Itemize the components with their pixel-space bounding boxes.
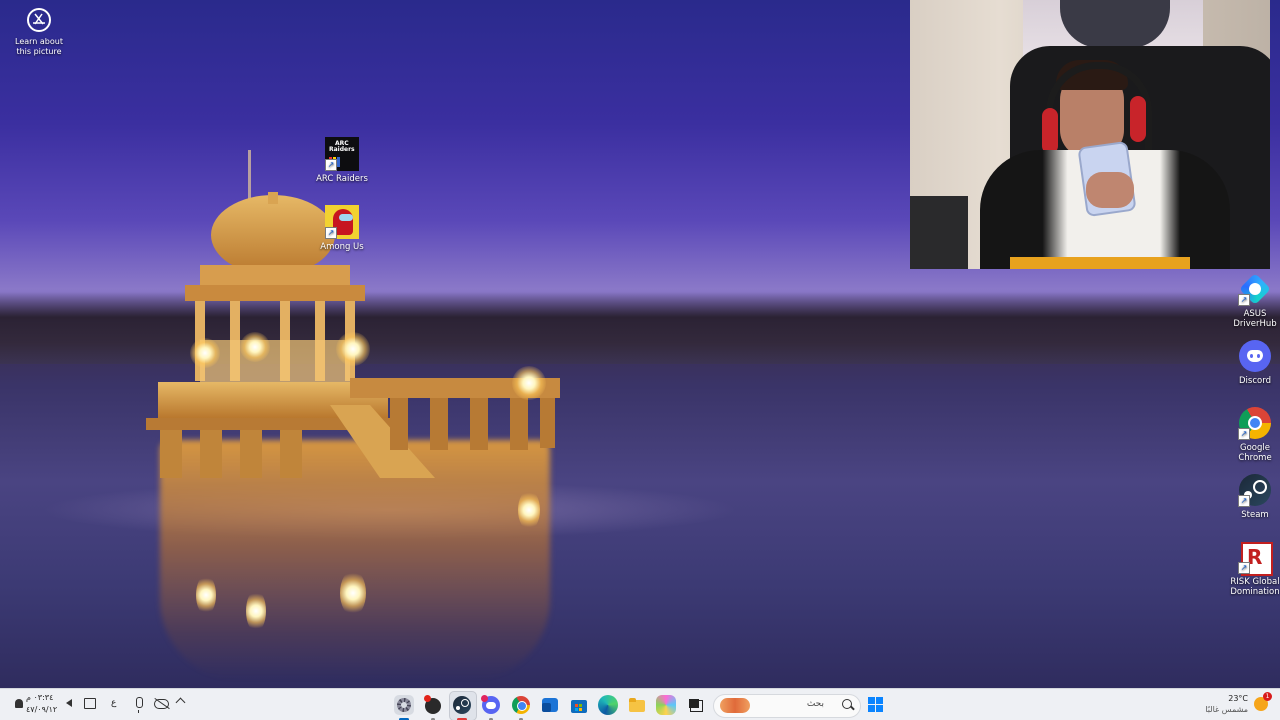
desktop-icon-arc-raiders[interactable]: ARC Raiders ↗ ARC Raiders [311,137,373,184]
webcam-headphone-cup [1042,108,1058,154]
lamp-glow [240,332,270,362]
webcam-hoodie-stripe [1010,257,1190,269]
webcam-headphone-cup [1130,96,1146,142]
webcam-person-hand [1086,172,1134,208]
search-icon [842,699,852,709]
discord-icon [1238,339,1272,373]
lamp-glow [190,338,220,368]
lamp-glow [336,332,370,366]
chrome-icon: ↗ [1238,406,1272,440]
clock-date: ٤٧/٠٩/١٢ [26,705,58,714]
input-language[interactable]: ع [111,698,116,708]
desktop-icon-google-chrome[interactable]: ↗ Google Chrome [1224,406,1280,463]
edge-app-icon[interactable] [598,695,618,715]
learn-about-picture-label: Learn about this picture [15,37,63,56]
outlook-app-icon[interactable] [540,695,560,715]
copilot-app-icon[interactable] [656,695,676,715]
search-placeholder: بحث [806,699,824,709]
weather-badge: 1 [1263,692,1272,701]
arc-raiders-icon: ARC Raiders ↗ [325,137,359,171]
lamp-reflection-glow [196,575,216,615]
start-button-icon[interactable] [866,695,886,715]
asus-driverhub-icon: ↗ [1238,272,1272,306]
steam-icon: ↗ [1238,473,1272,507]
desktop-icon-discord[interactable]: Discord [1224,339,1280,386]
desktop-icon-label: ASUS DriverHub [1233,309,1277,329]
weather-widget[interactable]: 1 23°C مشمس غالبًا [1200,691,1272,719]
settings-app-icon[interactable] [394,695,414,715]
show-hidden-icons-chevron-icon[interactable] [175,697,186,708]
task-view-icon[interactable] [686,695,706,715]
desktop-icon-asus-driverhub[interactable]: ↗ ASUS DriverHub [1224,272,1280,329]
discord-app-icon[interactable] [481,695,501,715]
taskbar-search[interactable]: بحث [713,694,861,718]
lamp-glow [512,366,546,400]
desktop-icon-label: Steam [1241,510,1269,520]
desktop-icon-label: Google Chrome [1238,443,1272,463]
steam-app-icon[interactable] [452,695,472,715]
lamp-reflection-glow [246,590,266,632]
media-app-icon[interactable] [423,695,443,715]
search-highlight-icon [720,698,750,713]
volume-icon[interactable] [66,699,72,707]
risk-icon: R ↗ [1238,540,1273,576]
store-app-icon[interactable] [569,695,589,715]
webcam-desk [910,196,968,269]
notification-bell-icon[interactable] [15,699,23,708]
desktop-icon-among-us[interactable]: ↗ Among Us [311,205,373,252]
desktop-icon-label: ARC Raiders [316,174,368,184]
network-icon[interactable] [84,698,96,709]
desktop-icon-steam[interactable]: ↗ Steam [1224,473,1280,520]
among-us-icon: ↗ [325,205,359,239]
onedrive-offline-icon[interactable] [154,697,170,710]
lamp-reflection-glow [340,570,366,616]
weather-condition: مشمس غالبًا [1205,705,1248,714]
learn-about-picture[interactable]: Learn about this picture [12,8,66,57]
taskbar: 1 23°C مشمس غالبًا بحث ع ٠٣:٣٤ م ٤٧/٠٩/١… [0,688,1280,720]
webcam-overlay [910,0,1270,269]
desktop-icon-risk[interactable]: R ↗ RISK Global Domination [1224,540,1280,597]
desktop-icon-label: Among Us [320,242,364,252]
lamp-reflection-glow [518,490,540,530]
weather-temp: 23°C [1228,694,1248,703]
desktop-icon-label: RISK Global Domination [1230,577,1280,597]
desktop-icon-label: Discord [1239,376,1271,386]
chrome-app-icon[interactable] [511,695,531,715]
clock-time: ٠٣:٣٤ م [26,693,54,702]
camera-lens-icon [27,8,51,32]
clock[interactable]: ٠٣:٣٤ م ٤٧/٠٩/١٢ [26,692,60,718]
microphone-icon[interactable] [136,697,143,713]
file-explorer-icon[interactable] [627,695,647,715]
